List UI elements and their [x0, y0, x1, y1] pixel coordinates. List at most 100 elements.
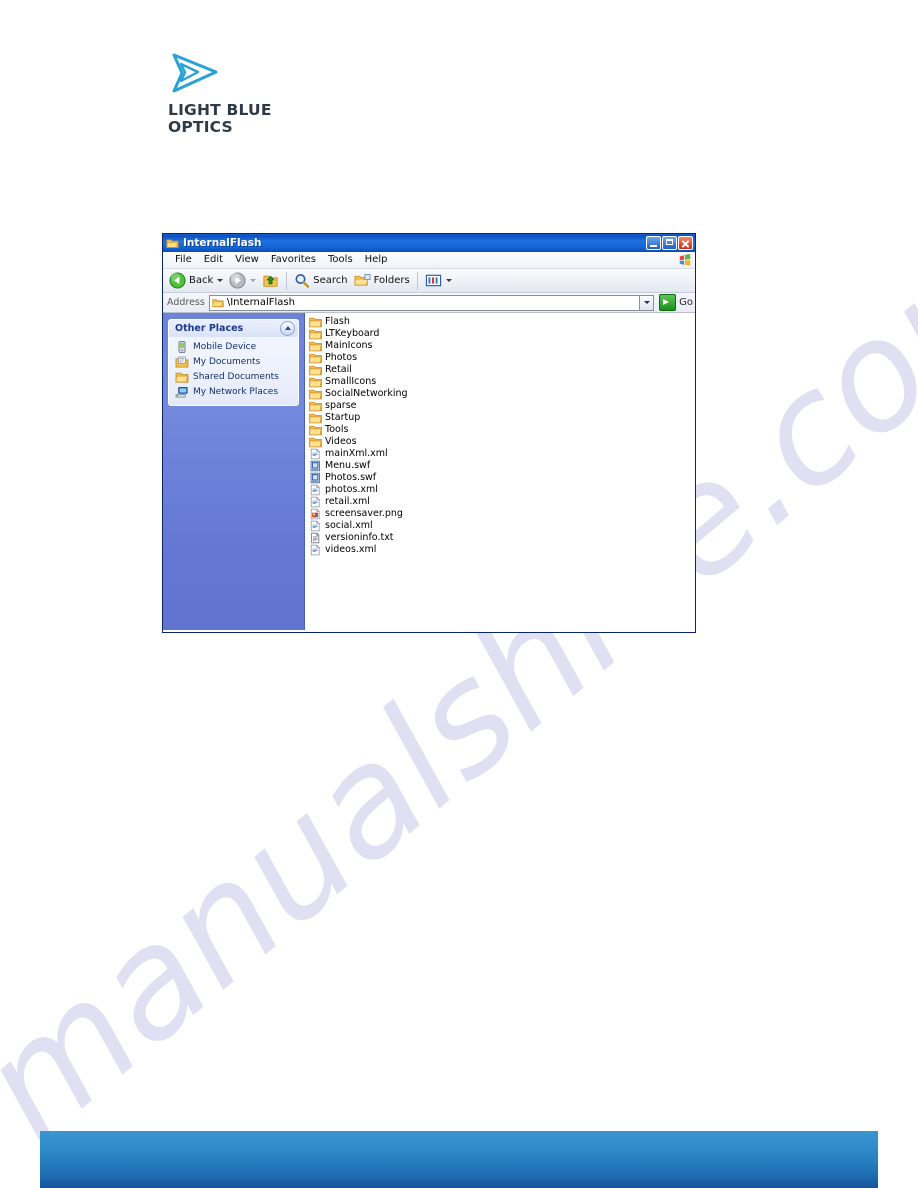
forward-button[interactable] [226, 270, 259, 291]
folder-icon [309, 317, 322, 328]
views-dropdown-icon[interactable] [445, 279, 452, 282]
file-name: Flash [325, 316, 350, 327]
file-name: Photos [325, 352, 358, 363]
list-item[interactable]: Photos.swf [307, 472, 695, 484]
folder-icon [309, 413, 322, 424]
address-value: \InternalFlash [226, 297, 295, 308]
address-bar: Address \InternalFlash Go [163, 293, 695, 313]
other-places-title: Other Places [175, 323, 244, 334]
list-item[interactable]: SocialNetworking [307, 388, 695, 400]
close-button[interactable] [678, 236, 693, 250]
list-item[interactable]: Photos [307, 352, 695, 364]
back-dropdown-icon[interactable] [217, 279, 224, 282]
menu-item-file[interactable]: File [169, 252, 198, 268]
file-name: versioninfo.txt [325, 532, 394, 543]
menu-item-favorites[interactable]: Favorites [265, 252, 322, 268]
list-item[interactable]: LTKeyboard [307, 328, 695, 340]
list-item[interactable]: Videos [307, 436, 695, 448]
menu-item-edit[interactable]: Edit [198, 252, 229, 268]
sidebar-item-label: Shared Documents [193, 372, 279, 382]
sidebar-item-mobile-device[interactable]: Mobile Device [175, 340, 294, 354]
list-item[interactable]: sparse [307, 400, 695, 412]
views-button[interactable] [422, 270, 455, 291]
address-input[interactable]: \InternalFlash [208, 294, 641, 311]
back-button[interactable]: Back [166, 270, 226, 291]
file-list[interactable]: Flash LTKeyboard MainIcons Photos Retail… [305, 313, 695, 630]
sidebar-item-shared-documents[interactable]: Shared Documents [175, 370, 294, 384]
go-arrow-icon [659, 294, 677, 311]
mobile-device-icon [178, 341, 186, 353]
menu-bar: File Edit View Favorites Tools Help [163, 252, 695, 269]
list-item[interactable]: MainIcons [307, 340, 695, 352]
list-item[interactable]: mainXml.xml [307, 448, 695, 460]
list-item[interactable]: Startup [307, 412, 695, 424]
go-button[interactable]: Go [659, 294, 693, 311]
folders-button[interactable]: Folders [351, 270, 413, 291]
list-item[interactable]: videos.xml [307, 544, 695, 556]
file-name: SocialNetworking [325, 388, 408, 399]
file-name: retail.xml [325, 496, 370, 507]
chevron-up-icon[interactable] [280, 321, 295, 336]
address-label: Address [167, 297, 205, 308]
views-icon [425, 274, 441, 287]
file-name: mainXml.xml [325, 448, 388, 459]
folder-icon [166, 238, 179, 248]
search-label: Search [313, 275, 348, 286]
folder-icon [309, 329, 322, 340]
folders-icon [354, 273, 371, 286]
xml-file-icon [310, 520, 320, 532]
folder-icon [309, 437, 322, 448]
list-item[interactable]: Menu.swf [307, 460, 695, 472]
my-documents-icon [175, 356, 189, 368]
back-label: Back [189, 275, 214, 286]
windows-flag-icon [679, 253, 691, 266]
magnifier-icon [295, 273, 310, 288]
menu-item-view[interactable]: View [229, 252, 265, 268]
list-item[interactable]: SmallIcons [307, 376, 695, 388]
list-item[interactable]: Tools [307, 424, 695, 436]
file-name: SmallIcons [325, 376, 377, 387]
sidebar-item-my-network-places[interactable]: My Network Places [175, 385, 294, 399]
list-item[interactable]: Retail [307, 364, 695, 376]
sidebar-item-label: My Network Places [193, 387, 279, 397]
list-item[interactable]: versioninfo.txt [307, 532, 695, 544]
forward-dropdown-icon[interactable] [250, 279, 257, 282]
network-places-icon [175, 386, 188, 398]
xml-file-icon [310, 544, 320, 556]
list-item[interactable]: screensaver.png [307, 508, 695, 520]
minimize-button[interactable] [646, 236, 661, 250]
swf-file-icon [310, 472, 320, 484]
xml-file-icon [310, 484, 320, 496]
file-name: Photos.swf [325, 472, 377, 483]
folders-label: Folders [373, 275, 410, 286]
list-item[interactable]: retail.xml [307, 496, 695, 508]
file-name: Tools [325, 424, 349, 435]
file-name: screensaver.png [325, 508, 403, 519]
xml-file-icon [310, 448, 320, 460]
other-places-panel: Other Places Mobile Device My Documents … [168, 319, 299, 406]
sidebar-item-label: Mobile Device [193, 342, 257, 352]
maximize-button[interactable] [662, 236, 677, 250]
forward-arrow-icon [229, 272, 246, 289]
up-button[interactable] [259, 270, 282, 291]
folder-icon [309, 353, 322, 364]
brand-logo: LIGHT BLUE OPTICS [168, 52, 288, 136]
back-arrow-icon [169, 272, 186, 289]
double-chevron-play-icon [172, 53, 218, 93]
search-button[interactable]: Search [291, 270, 350, 291]
list-item[interactable]: Flash [307, 316, 695, 328]
chevron-down-icon [643, 301, 650, 304]
file-name: Startup [325, 412, 361, 423]
txt-file-icon [311, 532, 320, 544]
sidebar-item-my-documents[interactable]: My Documents [175, 355, 294, 369]
shared-documents-icon [175, 372, 189, 383]
brand-name-line2: OPTICS [168, 118, 233, 136]
toolbar-separator [286, 271, 288, 290]
list-item[interactable]: photos.xml [307, 484, 695, 496]
other-places-header[interactable]: Other Places [169, 320, 298, 337]
menu-item-tools[interactable]: Tools [322, 252, 359, 268]
address-dropdown-button[interactable] [640, 294, 655, 311]
menu-item-help[interactable]: Help [359, 252, 394, 268]
list-item[interactable]: social.xml [307, 520, 695, 532]
window-body: Other Places Mobile Device My Documents … [163, 313, 695, 630]
